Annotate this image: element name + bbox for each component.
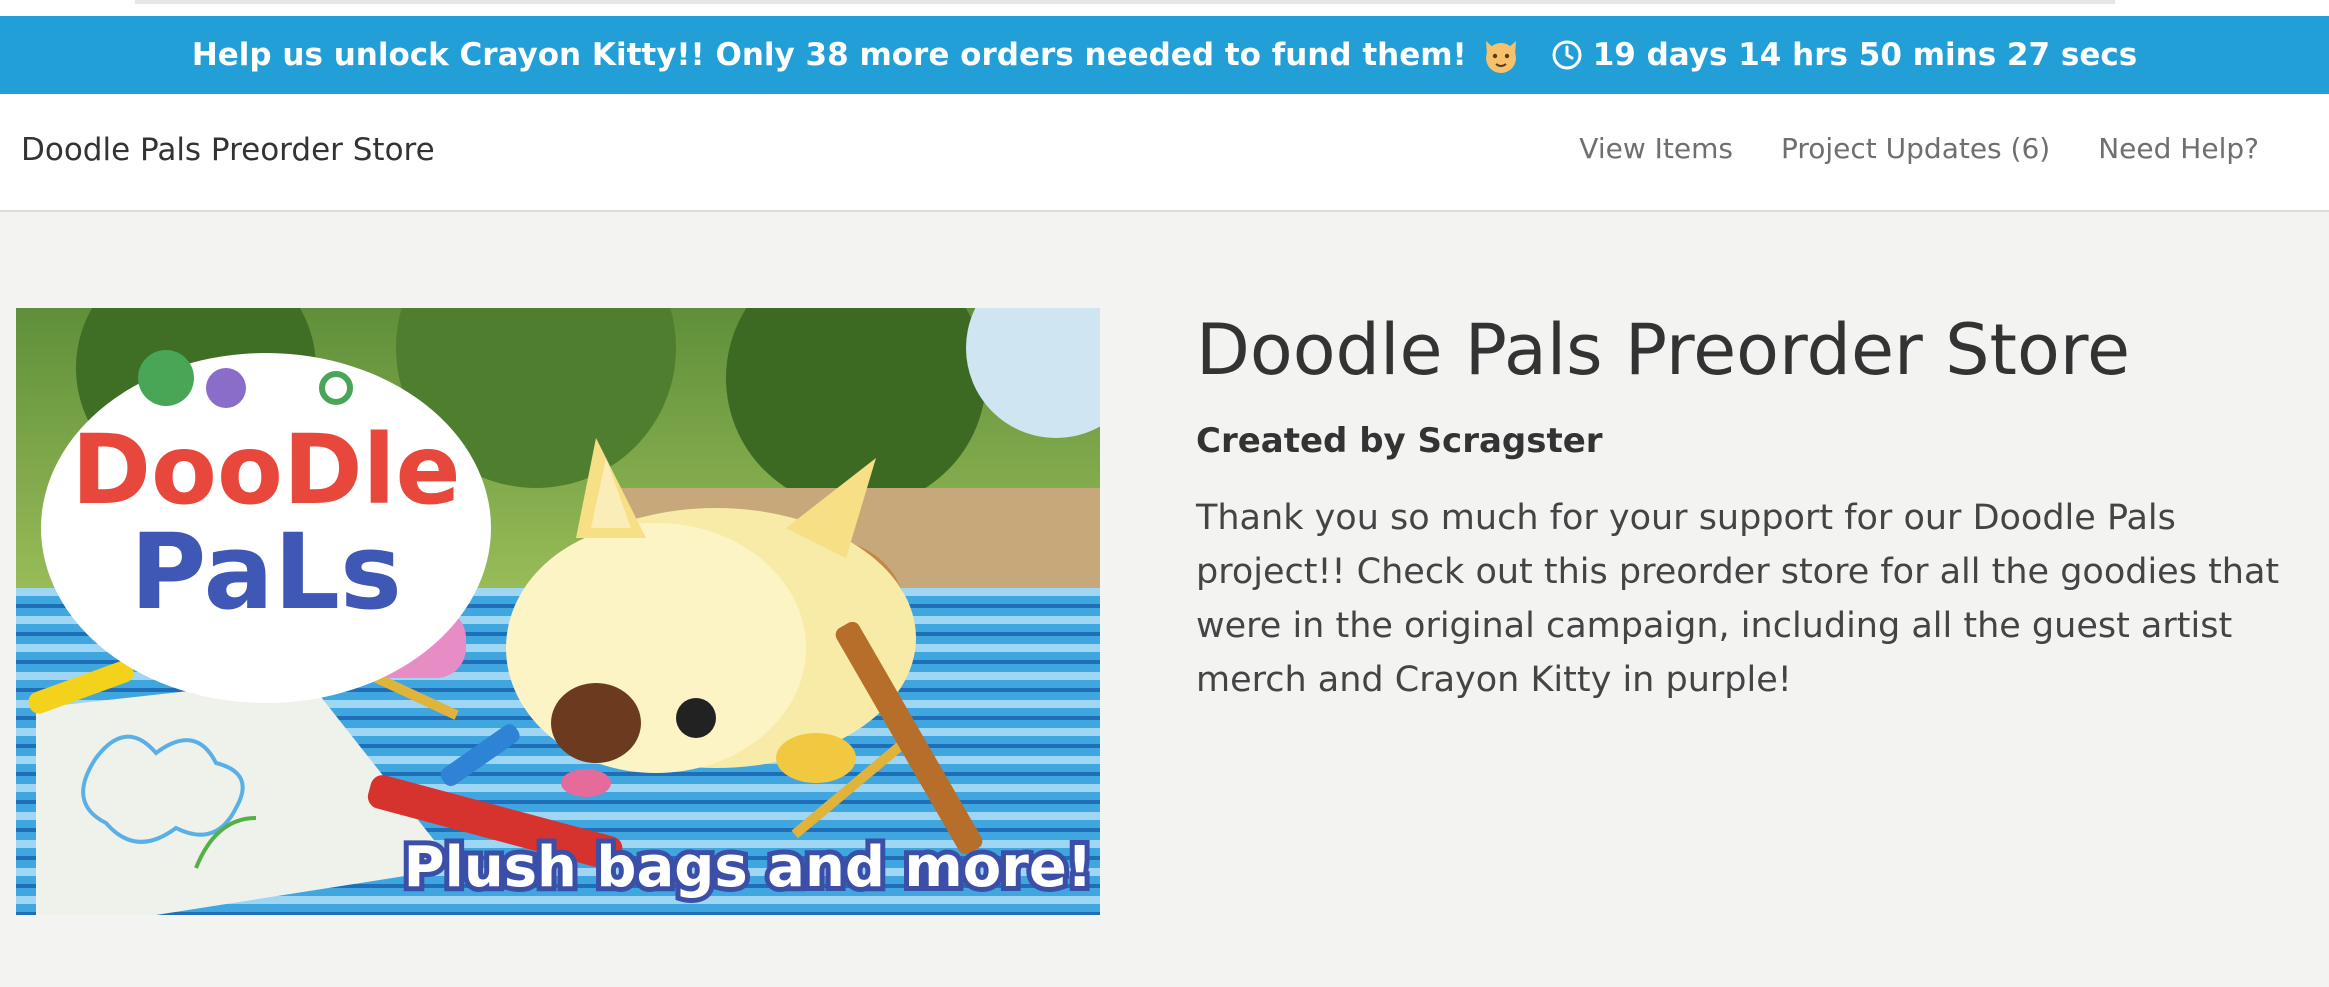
logo-text-doodle: DooDle <box>71 414 460 526</box>
countdown-text: 19 days 14 hrs 50 mins 27 secs <box>1592 37 2138 73</box>
nav-links: View Items Project Updates (6) Need Help… <box>1579 132 2259 165</box>
nav-need-help[interactable]: Need Help? <box>2098 132 2259 165</box>
clock-icon <box>1552 40 1582 70</box>
hero-image: DooDle PaLs Plush bags and more! <box>16 308 1100 915</box>
top-strip <box>0 0 2329 16</box>
nav-view-items[interactable]: View Items <box>1579 132 1733 165</box>
logo-text-pals: PaLs <box>130 511 402 633</box>
top-strip-bar <box>135 0 2115 4</box>
banner-message: Help us unlock Crayon Kitty!! Only 38 mo… <box>191 37 1467 73</box>
creator-line: Created by Scragster <box>1196 420 1603 461</box>
navbar: Doodle Pals Preorder Store View Items Pr… <box>0 94 2329 212</box>
cat-face-icon <box>1481 35 1521 75</box>
countdown-timer: 19 days 14 hrs 50 mins 27 secs <box>1551 37 2137 73</box>
store-description: Thank you so much for your support for o… <box>1196 497 2280 700</box>
nav-project-updates[interactable]: Project Updates (6) <box>1781 132 2050 165</box>
brand-name[interactable]: Doodle Pals Preorder Store <box>21 132 435 168</box>
page-title: Doodle Pals Preorder Store <box>1196 309 2131 391</box>
hero-caption: Plush bags and more! <box>404 835 1093 900</box>
announcement-banner: Help us unlock Crayon Kitty!! Only 38 mo… <box>0 16 2329 94</box>
store-info: Doodle Pals Preorder Store Created by Sc… <box>1196 310 2296 707</box>
